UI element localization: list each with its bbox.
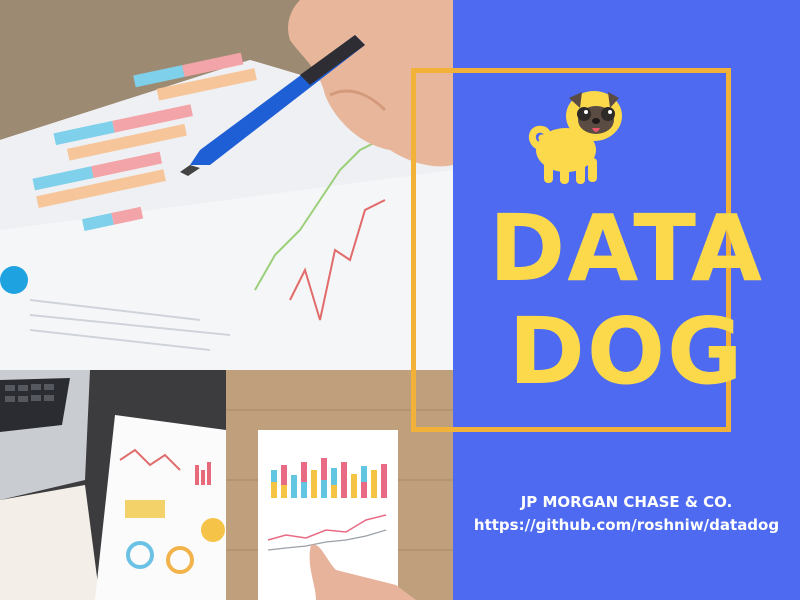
pug-dog-icon [524, 88, 624, 188]
repo-link[interactable]: https://github.com/roshniw/datadog [453, 516, 800, 534]
photo-hand-pen-charts [0, 0, 453, 370]
title-dog: DOG [508, 298, 745, 405]
organization-name: JP MORGAN CHASE & CO. [520, 493, 733, 511]
photo-laptop-dashboard [0, 370, 226, 600]
title-data: DATA [488, 195, 765, 302]
